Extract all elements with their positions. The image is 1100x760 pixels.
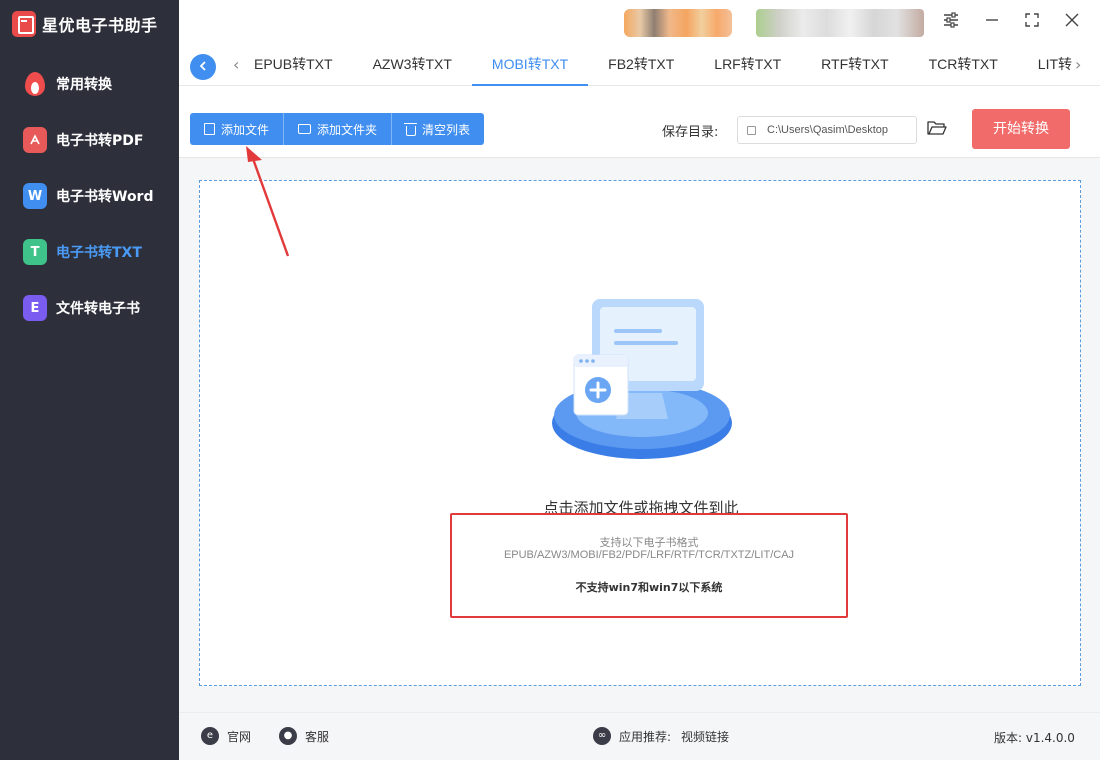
sidebar-item-label: 电子书转TXT [56, 245, 142, 261]
word-icon: W [23, 183, 47, 209]
tab-azw3-to-txt[interactable]: AZW3转TXT [353, 46, 472, 86]
sidebar-item-ebook-to-word[interactable]: W 电子书转Word [0, 168, 179, 224]
footer: e 官网 ● 客服 ∞ 应用推荐: 视频链接 版本: v1.4.0.0 [179, 712, 1100, 760]
title-bar [179, 0, 1100, 46]
recommend-link[interactable]: 视频链接 [681, 728, 729, 745]
os-support-warning: 不支持win7和win7以下系统 [575, 581, 723, 594]
supported-formats-title: 支持以下电子书格式 [599, 536, 699, 549]
file-button-group: 添加文件 添加文件夹 清空列表 [190, 113, 485, 145]
back-button[interactable] [190, 54, 216, 80]
browse-folder-icon[interactable] [927, 120, 947, 136]
trash-icon [404, 122, 418, 136]
file-drop-zone[interactable]: 点击添加文件或拖拽文件到此 支持以下电子书格式 EPUB/AZW3/MOBI/F… [199, 180, 1081, 686]
start-convert-button[interactable]: 开始转换 [972, 109, 1070, 149]
minimize-icon[interactable] [980, 11, 1004, 35]
maximize-icon[interactable] [1020, 11, 1044, 35]
file-icon [204, 123, 215, 135]
tab-fb2-to-txt[interactable]: FB2转TXT [588, 46, 694, 86]
app-title: 星优电子书助手 [42, 16, 158, 35]
add-file-label: 添加文件 [221, 122, 270, 137]
website-link[interactable]: e 官网 [201, 727, 251, 745]
sidebar-item-common[interactable]: 常用转换 [0, 56, 179, 112]
tab-rtf-to-txt[interactable]: RTF转TXT [801, 46, 908, 86]
toolbar: 添加文件 添加文件夹 清空列表 保存目录: C:\Users\Qasim\Des… [179, 86, 1100, 158]
recommend-label: 应用推荐: [619, 729, 672, 744]
ebook-icon: E [23, 295, 47, 321]
sidebar: 星优电子书助手 常用转换 电子书转PDF W 电子书转Word T 电子书转TX… [0, 0, 179, 760]
clear-list-label: 清空列表 [422, 122, 471, 137]
add-file-illustration-icon [552, 299, 732, 459]
app-logo-icon [12, 11, 36, 37]
close-icon[interactable] [1060, 11, 1084, 35]
sidebar-item-ebook-to-pdf[interactable]: 电子书转PDF [0, 112, 179, 168]
sidebar-item-label: 电子书转Word [56, 189, 154, 205]
recommend-section: ∞ 应用推荐: 视频链接 [593, 727, 729, 745]
sidebar-item-label: 电子书转PDF [56, 133, 144, 149]
tab-mobi-to-txt[interactable]: MOBI转TXT [471, 46, 589, 86]
add-file-button[interactable]: 添加文件 [190, 113, 285, 145]
blurred-avatar [624, 9, 732, 37]
ie-icon: e [201, 727, 219, 745]
sidebar-item-label: 常用转换 [56, 77, 112, 93]
fire-icon [23, 71, 47, 97]
add-folder-label: 添加文件夹 [317, 122, 378, 137]
sidebar-item-file-to-ebook[interactable]: E 文件转电子书 [0, 280, 179, 336]
app-brand: 星优电子书助手 [12, 9, 158, 39]
sidebar-item-ebook-to-txt[interactable]: T 电子书转TXT [0, 224, 179, 280]
save-dir-value: C:\Users\Qasim\Desktop [767, 124, 889, 136]
add-folder-button[interactable]: 添加文件夹 [284, 113, 393, 145]
link-icon: ∞ [593, 727, 611, 745]
support-label: 客服 [305, 729, 330, 744]
version-text: 版本: v1.4.0.0 [994, 731, 1075, 745]
annotation-arrow-icon [246, 146, 290, 257]
save-dir-input[interactable]: C:\Users\Qasim\Desktop [737, 116, 917, 144]
directory-icon [747, 125, 756, 135]
txt-icon: T [23, 239, 47, 265]
tab-lrf-to-txt[interactable]: LRF转TXT [694, 46, 801, 86]
supported-formats-list: EPUB/AZW3/MOBI/FB2/PDF/LRF/RTF/TCR/TXTZ/… [503, 549, 795, 561]
folder-icon [298, 124, 312, 134]
sidebar-item-label: 文件转电子书 [56, 301, 140, 317]
formats-highlight-box [450, 513, 848, 618]
sidebar-nav: 常用转换 电子书转PDF W 电子书转Word T 电子书转TXT E 文件转电… [0, 56, 179, 336]
tab-tcr-to-txt[interactable]: TCR转TXT [909, 46, 1018, 86]
chat-icon: ● [279, 727, 297, 745]
support-link[interactable]: ● 客服 [279, 727, 329, 745]
blurred-account-info [756, 9, 924, 37]
format-tabs: EPUB转TXT AZW3转TXT MOBI转TXT FB2转TXT LRF转TXT RT… [234, 46, 1072, 86]
save-dir-label: 保存目录: [662, 125, 719, 140]
tab-epub-to-txt[interactable]: EPUB转TXT [234, 46, 353, 86]
tab-lit-to-txt[interactable]: LIT转TXT [1018, 46, 1072, 86]
format-tabs-bar: ‹ EPUB转TXT AZW3转TXT MOBI转TXT FB2转TXT LRF转TXT… [179, 46, 1100, 86]
clear-list-button[interactable]: 清空列表 [392, 113, 484, 145]
tabs-scroll-right-icon[interactable]: › [1075, 55, 1081, 74]
pdf-icon [23, 127, 47, 153]
website-label: 官网 [227, 729, 252, 744]
settings-icon[interactable] [939, 11, 963, 35]
